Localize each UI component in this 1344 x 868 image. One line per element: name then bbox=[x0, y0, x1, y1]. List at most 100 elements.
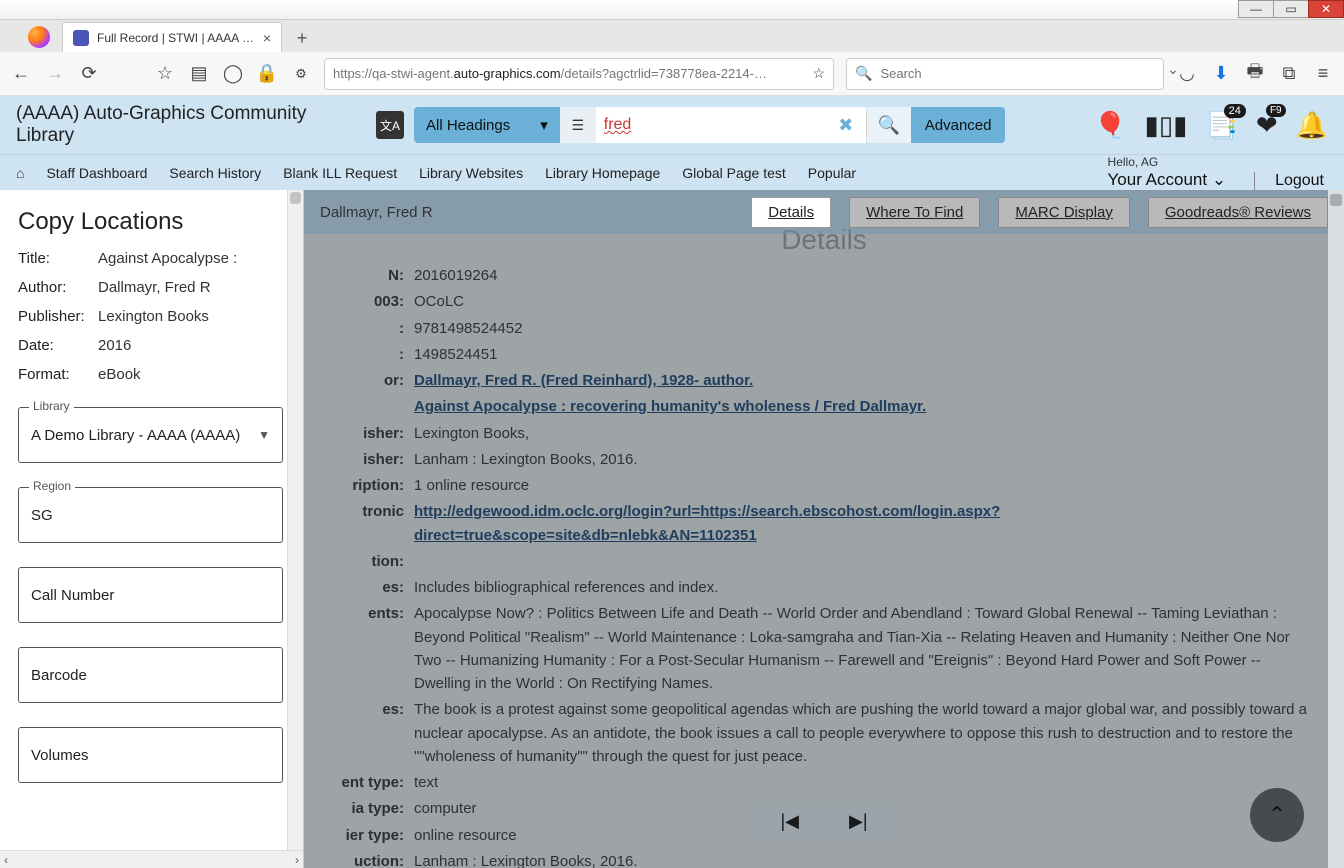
search-submit-button[interactable]: 🔍 bbox=[867, 107, 911, 143]
record-author: Dallmayr, Fred R bbox=[320, 204, 433, 221]
favorites-badge: F9 bbox=[1266, 104, 1286, 117]
tab-where-to-find[interactable]: Where To Find bbox=[849, 197, 980, 228]
bookmark-star-icon[interactable]: ☆ bbox=[154, 63, 176, 85]
nav-reload-button[interactable]: ⟳ bbox=[78, 63, 100, 85]
detail-label: uction: bbox=[304, 850, 414, 868]
detail-row: or:Dallmayr, Fred R. (Fred Reinhard), 19… bbox=[304, 369, 1320, 392]
detail-label: tronic bbox=[304, 500, 414, 547]
favorites-heart-icon[interactable]: ❤F9 bbox=[1256, 110, 1278, 141]
logout-link[interactable]: Logout bbox=[1254, 172, 1324, 190]
pager-first-button[interactable]: |◀ bbox=[780, 811, 799, 832]
window-maximize-button[interactable]: ▭ bbox=[1273, 0, 1309, 18]
meta-value: Lexington Books bbox=[98, 308, 209, 325]
detail-link[interactable]: Against Apocalypse : recovering humanity… bbox=[414, 398, 926, 415]
nav-popular[interactable]: Popular bbox=[808, 165, 856, 181]
region-field[interactable]: Region SG bbox=[18, 487, 283, 543]
right-vertical-scrollbar[interactable] bbox=[1328, 190, 1344, 868]
tab-details[interactable]: Details bbox=[751, 197, 831, 228]
lists-count-badge: 24 bbox=[1224, 104, 1246, 118]
detail-value: Lexington Books, bbox=[414, 422, 1320, 445]
home-icon[interactable]: ⌂ bbox=[16, 165, 24, 181]
nav-forward-button[interactable]: → bbox=[44, 63, 66, 85]
nav-library-homepage[interactable]: Library Homepage bbox=[545, 165, 660, 181]
record-pager: |◀ ▶| bbox=[746, 803, 901, 840]
detail-label: ent type: bbox=[304, 771, 414, 794]
app-menu-button[interactable]: ≡ bbox=[1312, 63, 1334, 85]
browser-tab[interactable]: Full Record | STWI | AAAA | Aut… × bbox=[62, 22, 282, 52]
detail-label: ents: bbox=[304, 602, 414, 695]
shield-icon[interactable]: ◯ bbox=[222, 63, 244, 85]
reader-view-icon[interactable]: ▤ bbox=[188, 63, 210, 85]
browser-tabstrip: Full Record | STWI | AAAA | Aut… × + bbox=[0, 20, 1344, 52]
nav-blank-ill-request[interactable]: Blank ILL Request bbox=[283, 165, 397, 181]
tab-favicon-icon bbox=[73, 30, 89, 46]
page-content: (AAAA) Auto-Graphics Community Library 文… bbox=[0, 96, 1344, 868]
new-tab-button[interactable]: + bbox=[288, 24, 316, 52]
downloads-icon[interactable]: ⬇ bbox=[1210, 63, 1232, 85]
detail-value: http://edgewood.idm.oclc.org/login?url=h… bbox=[414, 500, 1320, 547]
detail-link[interactable]: http://edgewood.idm.oclc.org/login?url=h… bbox=[414, 503, 1000, 543]
detail-value: 1498524451 bbox=[414, 343, 1320, 366]
copy-locations-panel: Copy Locations Title:Against Apocalypse … bbox=[0, 190, 304, 868]
scan-barcode-icon[interactable]: ▮▯▮ bbox=[1145, 110, 1188, 141]
nav-staff-dashboard[interactable]: Staff Dashboard bbox=[46, 165, 147, 181]
nav-global-page-test[interactable]: Global Page test bbox=[682, 165, 786, 181]
detail-value: Lanham : Lexington Books, 2016. bbox=[414, 850, 1320, 868]
firefox-logo-icon bbox=[28, 26, 50, 48]
record-details-area: Dallmayr, Fred R Details Where To Find M… bbox=[304, 190, 1344, 868]
left-horizontal-scrollbar[interactable]: ‹› bbox=[0, 850, 303, 868]
browser-search-bar[interactable]: 🔍 bbox=[846, 58, 1164, 90]
detail-value: Apocalypse Now? : Politics Between Life … bbox=[414, 602, 1320, 695]
call-number-field[interactable]: Call Number bbox=[18, 567, 283, 623]
tab-title: Full Record | STWI | AAAA | Aut… bbox=[97, 31, 255, 45]
language-icon[interactable]: 文A bbox=[376, 111, 404, 139]
scroll-to-top-button[interactable]: ⌃ bbox=[1250, 788, 1304, 842]
balloon-icon[interactable]: 🎈 bbox=[1094, 110, 1126, 141]
window-close-button[interactable]: ✕ bbox=[1308, 0, 1344, 18]
tab-goodreads-reviews[interactable]: Goodreads® Reviews bbox=[1148, 197, 1328, 228]
detail-link[interactable]: Dallmayr, Fred R. (Fred Reinhard), 1928-… bbox=[414, 372, 753, 389]
pager-next-button[interactable]: ▶| bbox=[849, 811, 868, 832]
detail-label: tion: bbox=[304, 550, 414, 573]
heading-type-select[interactable]: All Headings bbox=[414, 107, 560, 143]
url-bar[interactable]: https://qa-stwi-agent.auto-graphics.com/… bbox=[324, 58, 834, 90]
clear-search-button[interactable]: ✖ bbox=[826, 107, 866, 143]
panel-title: Copy Locations bbox=[18, 208, 291, 236]
print-icon[interactable]: 🖶 bbox=[1244, 63, 1266, 85]
overflow-chevron-icon[interactable]: ⌄ bbox=[1162, 58, 1184, 80]
lists-icon[interactable]: 📑24 bbox=[1205, 110, 1237, 141]
nav-library-websites[interactable]: Library Websites bbox=[419, 165, 523, 181]
nav-back-button[interactable]: ← bbox=[10, 63, 32, 85]
nav-search-history[interactable]: Search History bbox=[169, 165, 261, 181]
permissions-icon[interactable]: ⚙ bbox=[290, 63, 312, 85]
detail-value: 2016019264 bbox=[414, 264, 1320, 287]
detail-value: 9781498524452 bbox=[414, 317, 1320, 340]
database-icon[interactable]: ☰ bbox=[560, 107, 596, 143]
chevron-down-icon: ▼ bbox=[258, 428, 270, 442]
account-menu[interactable]: Hello, AG Your Account ⌄ bbox=[1108, 155, 1227, 190]
notifications-bell-icon[interactable]: 🔔 bbox=[1296, 110, 1328, 141]
advanced-search-button[interactable]: Advanced bbox=[911, 107, 1006, 143]
meta-value: 2016 bbox=[98, 337, 131, 354]
library-select[interactable]: Library A Demo Library - AAAA (AAAA) ▼ bbox=[18, 407, 283, 463]
barcode-field[interactable]: Barcode bbox=[18, 647, 283, 703]
detail-row: 003:OCoLC bbox=[304, 290, 1320, 313]
tab-close-button[interactable]: × bbox=[263, 30, 271, 46]
volumes-field[interactable]: Volumes bbox=[18, 727, 283, 783]
extensions-icon[interactable]: ⧉ bbox=[1278, 63, 1300, 85]
browser-search-input[interactable] bbox=[880, 66, 1155, 81]
detail-value: Lanham : Lexington Books, 2016. bbox=[414, 448, 1320, 471]
page-bookmark-icon[interactable]: ☆ bbox=[812, 65, 825, 82]
window-minimize-button[interactable]: — bbox=[1238, 0, 1274, 18]
catalog-search-input[interactable] bbox=[596, 107, 826, 143]
detail-value: 1 online resource bbox=[414, 474, 1320, 497]
url-text: https://qa-stwi-agent.auto-graphics.com/… bbox=[333, 66, 767, 81]
detail-value: text bbox=[414, 771, 1320, 794]
tab-marc-display[interactable]: MARC Display bbox=[998, 197, 1130, 228]
detail-row: :1498524451 bbox=[304, 343, 1320, 366]
detail-row: tronichttp://edgewood.idm.oclc.org/login… bbox=[304, 500, 1320, 547]
meta-label: Publisher: bbox=[18, 308, 98, 325]
window-titlebar: — ▭ ✕ bbox=[0, 0, 1344, 20]
left-vertical-scrollbar[interactable] bbox=[287, 190, 303, 850]
detail-row: isher:Lexington Books, bbox=[304, 422, 1320, 445]
